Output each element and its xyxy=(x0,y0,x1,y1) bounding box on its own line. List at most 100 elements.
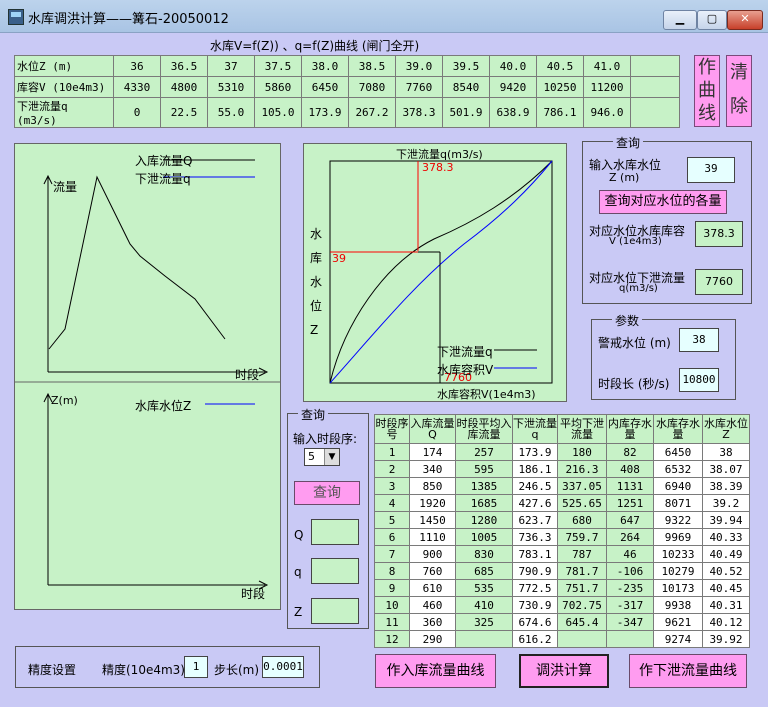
column-header: 入库流量Q xyxy=(409,414,456,444)
row-header: 下泄流量q (m3/s) xyxy=(14,97,114,128)
table-cell: 216.3 xyxy=(557,460,607,478)
input-level-unit: Z (m) xyxy=(609,171,640,184)
table-cell[interactable]: 105.0 xyxy=(254,97,302,128)
table-cell[interactable]: 7080 xyxy=(348,76,396,98)
table-cell: 174 xyxy=(409,443,456,461)
table-cell[interactable]: 946.0 xyxy=(583,97,631,128)
table-row: 库容V (10e4m3) 4330 4800 5310 5860 6450 7080 7760… xyxy=(14,76,680,98)
table-cell: 759.7 xyxy=(557,528,607,546)
table-row: 下泄流量q (m3/s) 0 22.5 55.0 105.0 173.9 267.2 378.… xyxy=(14,97,680,128)
table-cell: 40.31 xyxy=(702,596,750,614)
table-cell[interactable]: 7760 xyxy=(395,76,443,98)
draw-outflow-button[interactable]: 作下泄流量曲线 xyxy=(629,654,747,688)
curve-y-char: 水 xyxy=(310,227,323,241)
table-cell[interactable]: 39.0 xyxy=(395,55,443,77)
maximize-button[interactable]: ▢ xyxy=(697,10,727,30)
curve-x-label: 水库容积V(1e4m3) xyxy=(437,388,536,401)
table-cell: 9969 xyxy=(653,528,703,546)
table-cell[interactable] xyxy=(630,55,680,77)
table-cell[interactable]: 8540 xyxy=(442,76,490,98)
table-cell: 4 xyxy=(374,494,410,512)
window-title: 水库调洪计算——篝石-20050012 xyxy=(28,12,229,27)
table-cell: 645.4 xyxy=(557,613,607,631)
table-cell[interactable]: 41.0 xyxy=(583,55,631,77)
draw-inflow-button[interactable]: 作入库流量曲线 xyxy=(375,654,496,688)
level-query-group: 查询 输入水库水位 Z (m) 39 查询对应水位的各量 对应水位水库库容 V … xyxy=(582,134,752,304)
step-size-input[interactable]: 0.0001 xyxy=(262,656,304,678)
curve-chart-panel: 下泄流量q(m3/s) 378.3 39 7760 水 库 水 位 Z 下泄流量… xyxy=(303,143,567,402)
table-cell: 702.75 xyxy=(557,596,607,614)
table-cell: 2 xyxy=(374,460,410,478)
table-cell[interactable]: 36.5 xyxy=(160,55,208,77)
table-cell[interactable]: 378.3 xyxy=(395,97,443,128)
table-cell: 783.1 xyxy=(512,545,558,563)
table-cell[interactable]: 40.0 xyxy=(489,55,537,77)
clear-button[interactable]: 清 除 xyxy=(726,55,752,127)
q-output-label: Q xyxy=(294,528,304,542)
table-cell[interactable]: 638.9 xyxy=(489,97,537,128)
level-y-label: Z(m) xyxy=(51,394,78,407)
minimize-button[interactable]: ▁ xyxy=(663,10,697,30)
query-level-button[interactable]: 查询对应水位的各量 xyxy=(599,190,727,214)
table-cell[interactable]: 786.1 xyxy=(536,97,584,128)
table-cell: 685 xyxy=(455,562,513,580)
table-cell[interactable]: 6450 xyxy=(301,76,349,98)
column-header: 水库存水量 xyxy=(653,414,703,444)
table-cell[interactable]: 37 xyxy=(207,55,255,77)
table-cell: 38 xyxy=(702,443,750,461)
table-cell: 290 xyxy=(409,630,456,648)
table-cell[interactable]: 37.5 xyxy=(254,55,302,77)
table-row: 1 174 257 173.9 180 82 6450 38 xyxy=(374,443,750,461)
step-query-button[interactable]: 查询 xyxy=(294,481,360,505)
time-step-input[interactable]: 10800 xyxy=(679,368,719,392)
table-cell[interactable] xyxy=(630,97,680,128)
table-cell[interactable]: 0 xyxy=(113,97,161,128)
table-cell: 9938 xyxy=(653,596,703,614)
table-header-row: 时段序号 入库流量Q 时段平均入库流量 下泄流量q 平均下泄流量 内库存水量 水库存水量 水库… xyxy=(374,414,750,444)
table-cell[interactable]: 173.9 xyxy=(301,97,349,128)
table-cell[interactable]: 36 xyxy=(113,55,161,77)
table-cell[interactable]: 38.0 xyxy=(301,55,349,77)
table-cell[interactable]: 10250 xyxy=(536,76,584,98)
precision-title: 精度设置 xyxy=(28,663,77,677)
table-cell: 736.3 xyxy=(512,528,558,546)
step-select[interactable]: 5 ▼ xyxy=(304,448,340,466)
table-cell[interactable]: 40.5 xyxy=(536,55,584,77)
table-cell xyxy=(455,630,513,648)
table-cell[interactable]: 267.2 xyxy=(348,97,396,128)
table-cell: 1385 xyxy=(455,477,513,495)
table-cell[interactable]: 38.5 xyxy=(348,55,396,77)
table-cell[interactable]: 5310 xyxy=(207,76,255,98)
warning-level-input[interactable]: 38 xyxy=(679,328,719,352)
draw-curve-char: 曲 xyxy=(698,80,716,101)
table-cell: 1920 xyxy=(409,494,456,512)
table-cell[interactable]: 11200 xyxy=(583,76,631,98)
table-cell: 730.9 xyxy=(512,596,558,614)
level-legend-label: 水库水位Z xyxy=(135,399,192,413)
table-cell[interactable]: 9420 xyxy=(489,76,537,98)
table-cell: 460 xyxy=(409,596,456,614)
draw-curve-button[interactable]: 作 曲 线 xyxy=(694,55,720,127)
table-cell: 408 xyxy=(606,460,654,478)
precision-input[interactable]: 1 xyxy=(184,656,208,678)
table-cell: 8071 xyxy=(653,494,703,512)
table-cell[interactable]: 5860 xyxy=(254,76,302,98)
step-query-group: 查询 输入时段序: 5 ▼ 查询 Q q Z xyxy=(287,406,369,629)
table-cell[interactable]: 4800 xyxy=(160,76,208,98)
table-cell[interactable]: 55.0 xyxy=(207,97,255,128)
table-cell[interactable]: 4330 xyxy=(113,76,161,98)
storage-unit: V (1e4m3) xyxy=(609,236,662,247)
close-button[interactable]: ✕ xyxy=(727,10,763,30)
table-cell: 830 xyxy=(455,545,513,563)
table-cell[interactable]: 501.9 xyxy=(442,97,490,128)
app-icon xyxy=(8,9,24,25)
level-input[interactable]: 39 xyxy=(687,157,735,183)
routing-button[interactable]: 调洪计算 xyxy=(519,654,609,688)
table-cell[interactable]: 22.5 xyxy=(160,97,208,128)
table-cell[interactable] xyxy=(630,76,680,98)
time-step-label: 时段长 (秒/s) xyxy=(598,377,670,391)
chevron-down-icon[interactable]: ▼ xyxy=(324,449,339,465)
table-cell[interactable]: 39.5 xyxy=(442,55,490,77)
table-cell: 1685 xyxy=(455,494,513,512)
step-size-label: 步长(m) xyxy=(214,663,260,677)
